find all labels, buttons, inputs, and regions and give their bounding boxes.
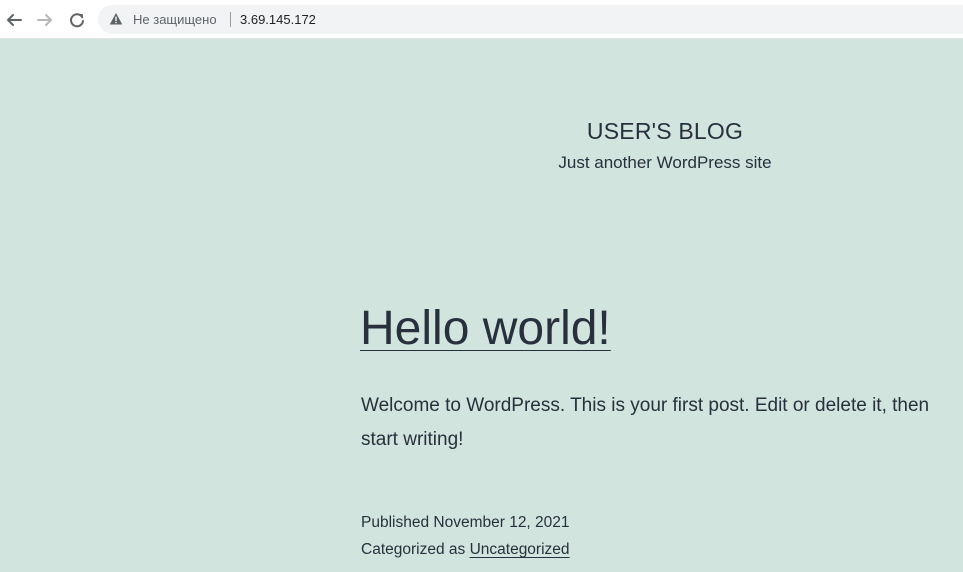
published-date: November 12, 2021 bbox=[433, 514, 570, 531]
site-title[interactable]: USER'S BLOG bbox=[565, 118, 765, 145]
forward-arrow-icon[interactable] bbox=[35, 10, 55, 30]
back-arrow-icon[interactable] bbox=[4, 10, 24, 30]
published-label: Published bbox=[361, 514, 430, 531]
site-tagline: Just another WordPress site bbox=[558, 153, 772, 172]
post-title-link[interactable]: Hello world! bbox=[360, 301, 611, 357]
published-line: Published November 12, 2021 bbox=[361, 509, 570, 536]
warning-triangle-icon[interactable] bbox=[109, 12, 123, 26]
categorized-label: Categorized as bbox=[361, 541, 466, 558]
security-status-label[interactable]: Не защищено bbox=[133, 11, 217, 28]
page-content: USER'S BLOG Just another WordPress site … bbox=[0, 39, 963, 572]
address-bar[interactable]: Не защищено 3.69.145.172 bbox=[98, 5, 963, 34]
browser-toolbar: Не защищено 3.69.145.172 bbox=[0, 0, 963, 39]
category-link[interactable]: Uncategorized bbox=[470, 541, 570, 558]
address-divider bbox=[230, 12, 231, 27]
category-line: Categorized as Uncategorized bbox=[361, 536, 570, 563]
post-meta: Published November 12, 2021 Categorized … bbox=[361, 509, 570, 563]
post-excerpt: Welcome to WordPress. This is your first… bbox=[361, 395, 930, 450]
reload-icon[interactable] bbox=[67, 10, 87, 30]
url-text[interactable]: 3.69.145.172 bbox=[240, 11, 316, 28]
